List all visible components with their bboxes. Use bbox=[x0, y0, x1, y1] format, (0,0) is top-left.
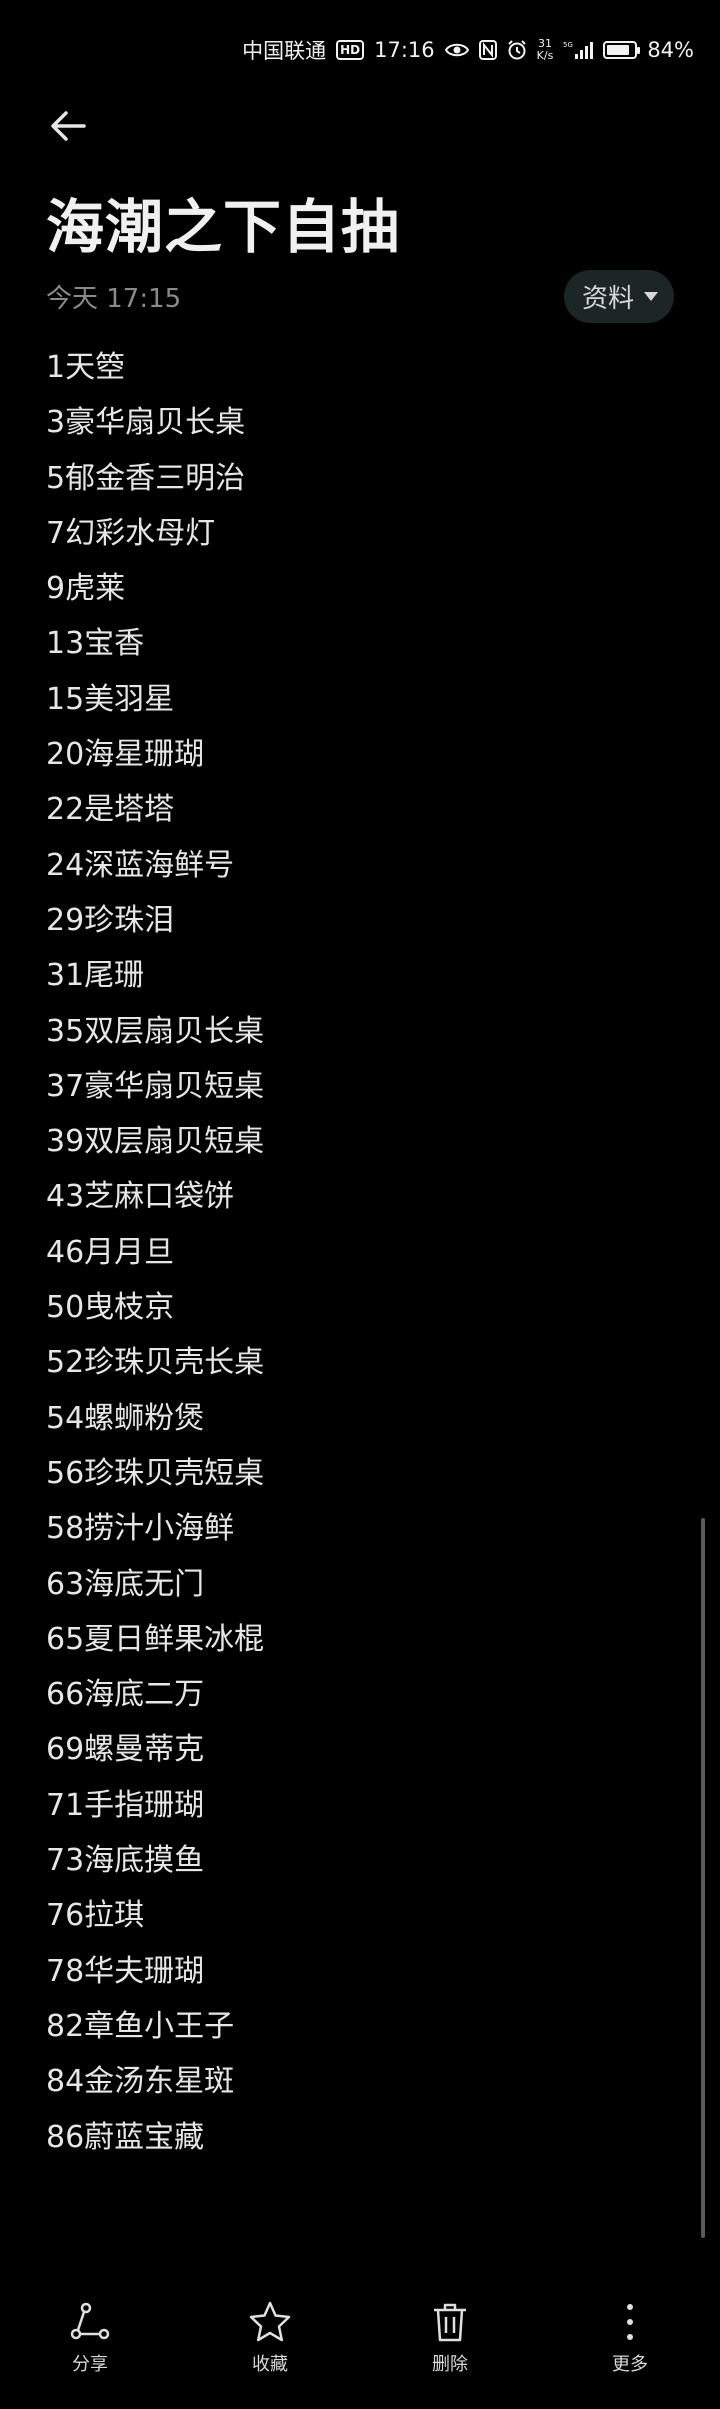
note-meta-row: 今天 17:15 资料 bbox=[46, 268, 674, 324]
more-button[interactable]: 更多 bbox=[540, 2300, 720, 2400]
note-line: 46月月旦 bbox=[46, 1234, 175, 1270]
note-line: 84金汤东星斑 bbox=[46, 2064, 235, 2100]
note-line: 29珍珠泪 bbox=[46, 902, 175, 938]
share-label: 分享 bbox=[72, 2354, 108, 2375]
note-date: 今天 17:15 bbox=[46, 283, 182, 314]
note-line: 71手指珊瑚 bbox=[46, 1787, 205, 1823]
note-line: 65夏日鲜果冰棍 bbox=[46, 1621, 265, 1657]
note-line: 58捞汁小海鲜 bbox=[46, 1511, 235, 1547]
note-line: 37豪华扇贝短桌 bbox=[46, 1068, 265, 1104]
note-line: 13宝香 bbox=[46, 626, 145, 662]
note-line: 86蔚蓝宝藏 bbox=[46, 2119, 205, 2155]
note-line: 82章鱼小王子 bbox=[46, 2008, 235, 2044]
note-line: 1天箜 bbox=[46, 350, 126, 385]
note-line: 76拉琪 bbox=[46, 1898, 145, 1934]
note-title: 海潮之下自抽 bbox=[46, 193, 401, 261]
note-line: 54螺蛳粉煲 bbox=[46, 1400, 205, 1436]
note-line: 15美羽星 bbox=[46, 681, 175, 717]
network-speed: 31 K/s bbox=[537, 38, 554, 62]
note-line: 43芝麻口袋饼 bbox=[46, 1179, 235, 1215]
note-line: 3豪华扇贝长桌 bbox=[46, 405, 246, 441]
battery-percent: 84% bbox=[647, 38, 694, 62]
trash-icon bbox=[428, 2300, 472, 2344]
scrollbar[interactable] bbox=[701, 1518, 705, 2238]
alarm-icon bbox=[507, 40, 527, 60]
carrier-name: 中国联通 bbox=[242, 39, 327, 63]
back-button[interactable] bbox=[44, 102, 92, 150]
arrow-left-icon bbox=[44, 111, 92, 154]
battery-icon bbox=[603, 41, 641, 59]
folder-selector[interactable]: 资料 bbox=[563, 269, 674, 323]
note-line: 31尾珊 bbox=[46, 958, 145, 994]
svg-text:5G: 5G bbox=[563, 41, 573, 49]
bottom-toolbar: 分享 收藏 删除 更多 bbox=[0, 2300, 720, 2400]
status-bar: 中国联通 HD 17:16 31 K/s 5G 84% bbox=[242, 30, 694, 70]
note-line: 7幻彩水母灯 bbox=[46, 515, 216, 551]
note-line: 20海星珊瑚 bbox=[46, 737, 205, 773]
share-button[interactable]: 分享 bbox=[0, 2300, 180, 2400]
note-line: 73海底摸鱼 bbox=[46, 1843, 205, 1879]
note-line: 9虎莱 bbox=[46, 571, 126, 607]
note-line: 63海底无门 bbox=[46, 1566, 205, 1602]
more-label: 更多 bbox=[612, 2354, 648, 2375]
note-line: 50曳枝京 bbox=[46, 1290, 175, 1326]
delete-label: 删除 bbox=[432, 2354, 468, 2375]
note-line: 35双层扇贝长桌 bbox=[46, 1013, 265, 1049]
note-line: 69螺曼蒂克 bbox=[46, 1732, 205, 1768]
note-line: 24深蓝海鲜号 bbox=[46, 847, 235, 883]
note-body[interactable]: 1天箜 3豪华扇贝长桌 5郁金香三明治 7幻彩水母灯 9虎莱 13宝香 15美羽星 20海星珊… bbox=[46, 340, 666, 2165]
note-line: 78华夫珊瑚 bbox=[46, 1953, 205, 1989]
note-line: 52珍珠贝壳长桌 bbox=[46, 1345, 265, 1381]
note-line: 39双层扇贝短桌 bbox=[46, 1124, 265, 1160]
nfc-icon bbox=[478, 40, 497, 60]
favorite-button[interactable]: 收藏 bbox=[180, 2300, 360, 2400]
eye-icon bbox=[444, 42, 469, 58]
caret-down-icon bbox=[644, 291, 658, 301]
signal-icon: 5G bbox=[563, 40, 594, 60]
hd-badge: HD bbox=[336, 40, 365, 60]
note-line: 22是塔塔 bbox=[46, 792, 175, 828]
status-time: 17:16 bbox=[374, 38, 435, 62]
more-vertical-icon bbox=[608, 2300, 652, 2344]
network-speed-unit: K/s bbox=[536, 49, 554, 62]
star-icon bbox=[248, 2300, 292, 2344]
folder-label: 资料 bbox=[581, 283, 634, 314]
delete-button[interactable]: 删除 bbox=[360, 2300, 540, 2400]
favorite-label: 收藏 bbox=[252, 2354, 288, 2375]
note-line: 5郁金香三明治 bbox=[46, 460, 246, 496]
note-line: 56珍珠贝壳短桌 bbox=[46, 1455, 265, 1491]
battery-fill bbox=[607, 45, 630, 55]
note-line: 66海底二万 bbox=[46, 1677, 205, 1713]
share-icon bbox=[68, 2300, 112, 2344]
